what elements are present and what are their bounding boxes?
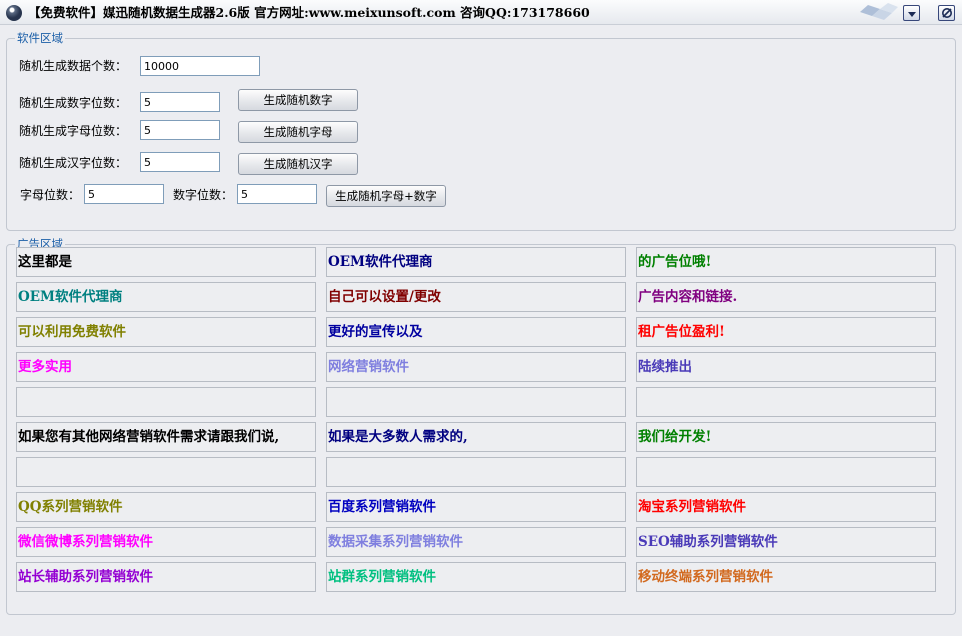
software-group-legend: 软件区域	[15, 31, 65, 45]
hanzi-label: 随机生成汉字位数：	[19, 156, 128, 170]
app-icon	[6, 5, 22, 21]
ad-link[interactable]: OEM软件代理商	[16, 282, 316, 312]
generate-mixed-button[interactable]: 生成随机字母+数字	[326, 185, 446, 207]
generate-letters-button[interactable]: 生成随机字母	[238, 121, 358, 143]
mix-letter-label: 字母位数：	[20, 188, 81, 202]
hanzi-count-input[interactable]	[140, 152, 220, 172]
close-button[interactable]	[938, 5, 955, 21]
ad-link[interactable]: 微信微博系列营销软件	[16, 527, 316, 557]
ad-link[interactable]: 更多实用	[16, 352, 316, 382]
count-input[interactable]	[140, 56, 260, 76]
ad-link[interactable]: 广告内容和链接.	[636, 282, 936, 312]
ad-link[interactable]: 站群系列营销软件	[326, 562, 626, 592]
mix-digit-label: 数字位数：	[173, 188, 234, 202]
ad-link[interactable]: 移动终端系列营销软件	[636, 562, 936, 592]
minimize-button[interactable]	[903, 5, 920, 21]
ad-link[interactable]: 自己可以设置/更改	[326, 282, 626, 312]
ad-link[interactable]: 租广告位盈利!	[636, 317, 936, 347]
ad-link[interactable]: 百度系列营销软件	[326, 492, 626, 522]
letter-count-input[interactable]	[140, 120, 220, 140]
ad-link[interactable]: 陆续推出	[636, 352, 936, 382]
generate-digits-button[interactable]: 生成随机数字	[238, 89, 358, 111]
window-title: 【免费软件】媒迅随机数据生成器2.6版 官方网址:www.meixunsoft.…	[28, 5, 590, 20]
count-label: 随机生成数据个数：	[19, 59, 128, 73]
ad-link[interactable]: 数据采集系列营销软件	[326, 527, 626, 557]
ad-link[interactable]: 淘宝系列营销软件	[636, 492, 936, 522]
mix-letter-count-input[interactable]	[84, 184, 164, 204]
ad-link[interactable]: 如果是大多数人需求的,	[326, 422, 626, 452]
ad-link[interactable]: 这里都是	[16, 247, 316, 277]
letter-label: 随机生成字母位数：	[19, 124, 128, 138]
ad-link[interactable]: 可以利用免费软件	[16, 317, 316, 347]
ad-link[interactable]: 的广告位哦!	[636, 247, 936, 277]
close-icon	[941, 8, 952, 18]
ad-link[interactable]: OEM软件代理商	[326, 247, 626, 277]
digit-count-input[interactable]	[140, 92, 220, 112]
ad-link[interactable]	[636, 387, 936, 417]
ad-link[interactable]: 网络营销软件	[326, 352, 626, 382]
ad-link[interactable]: SEO辅助系列营销软件	[636, 527, 936, 557]
ad-link[interactable]	[636, 457, 936, 487]
ad-link[interactable]: QQ系列营销软件	[16, 492, 316, 522]
mix-digit-count-input[interactable]	[237, 184, 317, 204]
generate-hanzi-button[interactable]: 生成随机汉字	[238, 153, 358, 175]
ad-link[interactable]	[326, 387, 626, 417]
chevron-down-icon	[907, 11, 916, 17]
ad-link[interactable]	[326, 457, 626, 487]
title-bar[interactable]: 【免费软件】媒迅随机数据生成器2.6版 官方网址:www.meixunsoft.…	[0, 0, 962, 25]
digit-label: 随机生成数字位数：	[19, 96, 128, 110]
ad-link[interactable]: 站长辅助系列营销软件	[16, 562, 316, 592]
ad-link[interactable]	[16, 457, 316, 487]
ad-link[interactable]: 更好的宣传以及	[326, 317, 626, 347]
ad-link[interactable]: 如果您有其他网络营销软件需求请跟我们说,	[16, 422, 316, 452]
ad-link[interactable]: 我们给开发!	[636, 422, 936, 452]
skin-decoration-icon	[860, 3, 898, 20]
ad-link[interactable]	[16, 387, 316, 417]
